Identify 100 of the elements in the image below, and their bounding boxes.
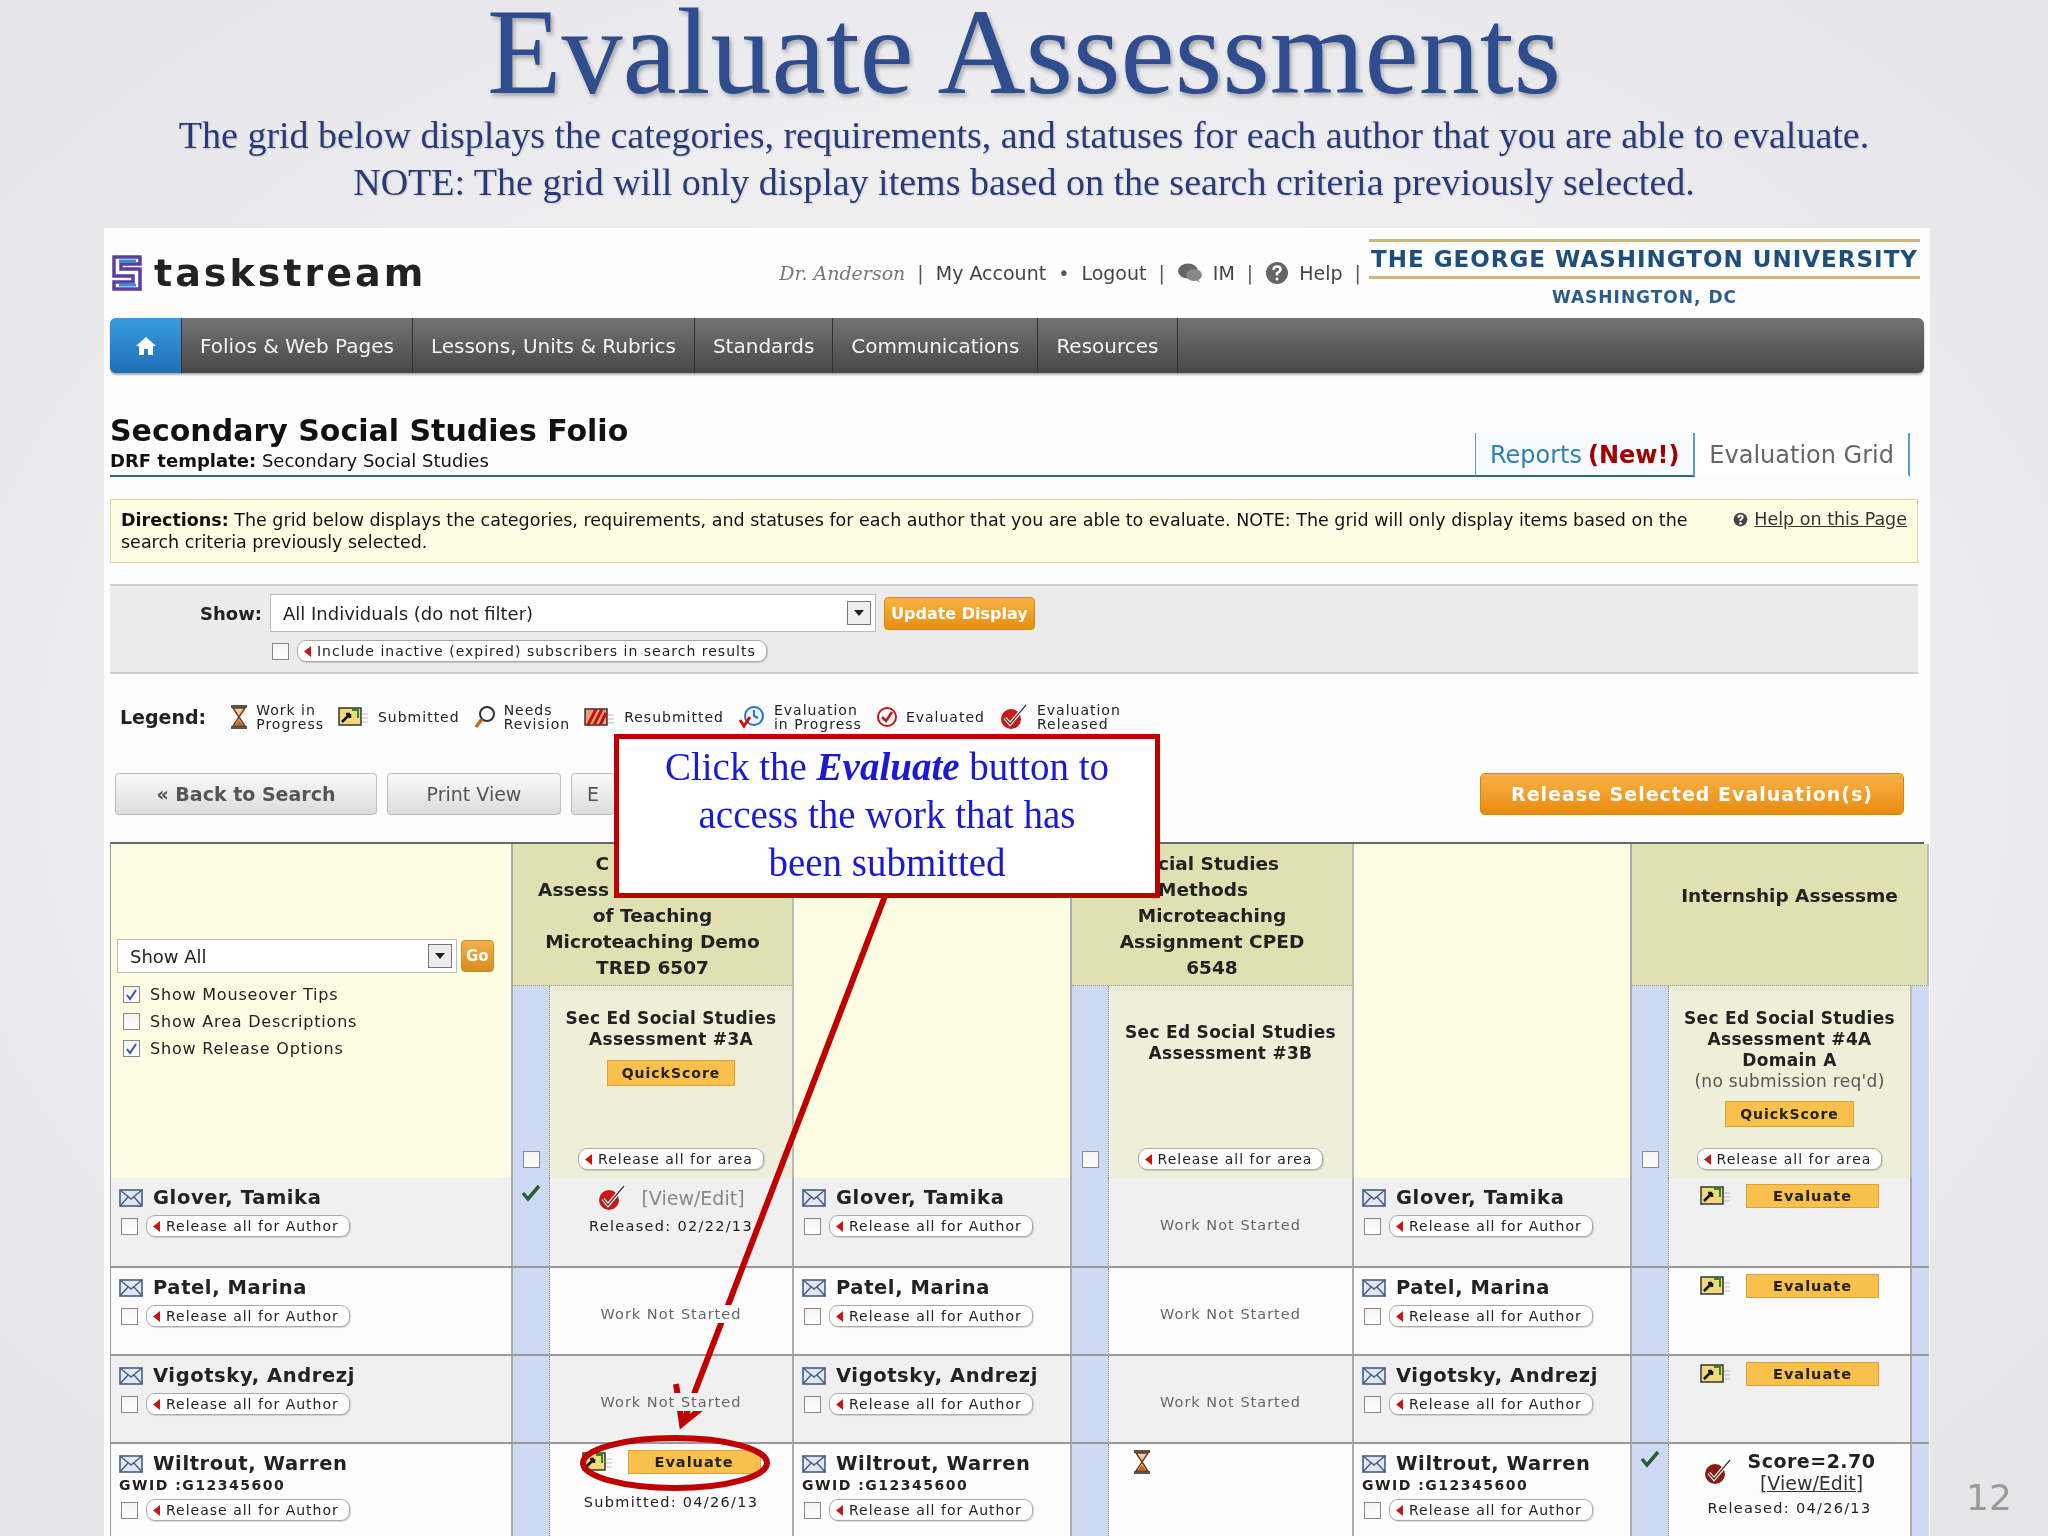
release-author-button[interactable]: Release all for Author (146, 1215, 350, 1237)
university-name: THE GEORGE WASHINGTON UNIVERSITY (1369, 239, 1920, 279)
envelope-icon (1362, 1366, 1386, 1385)
author-name: Wiltrout, Warren (153, 1452, 348, 1475)
checkbox[interactable] (123, 1013, 140, 1030)
release-date: Released: 02/22/13 (589, 1218, 753, 1234)
release-area-button[interactable]: Release all for area (1696, 1148, 1883, 1170)
legend-text: Submitted (377, 710, 460, 724)
release-author-button[interactable]: Release all for Author (829, 1305, 1033, 1327)
quickscore-button[interactable]: QuickScore (606, 1060, 736, 1086)
show-select[interactable]: Show All (117, 939, 457, 973)
checkbox[interactable] (123, 1040, 140, 1057)
document-arrow-icon (1700, 1363, 1732, 1385)
envelope-icon (1362, 1278, 1386, 1297)
release-author-button[interactable]: Release all for Author (1389, 1305, 1593, 1327)
release-date: Released: 04/26/13 (1707, 1500, 1872, 1516)
nav-tab[interactable]: Lessons, Units & Rubrics (412, 318, 695, 373)
gwid-text: GWID :G12345600 (1362, 1477, 1530, 1493)
directions-text: Directions: The grid below displays the categories, requirements, and statuses for each author that you are able to evaluate. NOTE: The grid will only display items based on the search criteria previously selected. (121, 509, 1689, 553)
checkbox[interactable] (1081, 1151, 1099, 1168)
pointer-icon (153, 1398, 160, 1410)
link-separator: • (1058, 262, 1070, 284)
document-arrow-icon (1700, 1185, 1732, 1207)
legend-text: Evaluation in Progress (773, 703, 862, 731)
release-author-button[interactable]: Release all for Author (1389, 1393, 1593, 1415)
checkbox[interactable] (1364, 1501, 1381, 1519)
author-name: Glover, Tamika (836, 1186, 1005, 1209)
release-author-button[interactable]: Release all for Author (146, 1393, 350, 1415)
dropdown-icon (428, 944, 452, 968)
checkbox[interactable] (804, 1307, 821, 1325)
dropdown-icon (847, 601, 871, 625)
checkbox[interactable] (123, 986, 140, 1003)
checkbox[interactable] (1641, 1151, 1659, 1168)
header-link[interactable]: Logout (1081, 262, 1147, 284)
tab[interactable]: Reports (New!) (1474, 433, 1696, 477)
magnifier-icon (473, 705, 496, 729)
nav-tab[interactable]: Folios & Web Pages (182, 318, 413, 373)
release-area-button[interactable]: Release all for area (1137, 1148, 1324, 1170)
home-tab[interactable] (110, 318, 182, 373)
legend-text: Resubmitted (624, 710, 724, 724)
envelope-icon (119, 1454, 143, 1473)
show-select[interactable]: All Individuals (do not filter) (270, 594, 876, 632)
release-author-button[interactable]: Release all for Author (1389, 1215, 1593, 1237)
envelope-icon (802, 1366, 826, 1385)
help-link[interactable]: Help on this Page (1733, 509, 1907, 529)
author-name: Vigotsky, Andrezj (153, 1364, 356, 1387)
checkbox[interactable] (121, 1307, 138, 1325)
quickscore-button[interactable]: QuickScore (1725, 1101, 1854, 1127)
gwid-text: GWID :G12345600 (119, 1477, 287, 1493)
checkbox[interactable] (1364, 1395, 1381, 1413)
release-author-button[interactable]: Release all for Author (829, 1393, 1033, 1415)
release-author-button[interactable]: Release all for Author (1389, 1499, 1593, 1521)
toolbar-button[interactable]: E (571, 773, 615, 815)
toolbar-button[interactable]: Print View (387, 773, 561, 815)
checkbox[interactable] (804, 1501, 821, 1519)
author-name: Patel, Marina (1396, 1276, 1551, 1299)
check-badge-icon (597, 1184, 628, 1212)
check-badge-icon (1703, 1458, 1734, 1486)
checkbox[interactable] (121, 1217, 138, 1235)
checkbox[interactable] (522, 1151, 540, 1168)
checkbox[interactable] (121, 1395, 138, 1413)
evaluate-button[interactable]: Evaluate (1746, 1184, 1879, 1208)
evaluate-button[interactable]: Evaluate (627, 1450, 761, 1474)
checkbox[interactable] (804, 1217, 821, 1235)
checkbox[interactable] (121, 1501, 138, 1519)
release-area-button[interactable]: Release all for area (578, 1148, 764, 1170)
pointer-icon (585, 1153, 593, 1165)
evaluate-button[interactable]: Evaluate (1746, 1362, 1879, 1386)
view-edit-link[interactable]: [View/Edit] (1759, 1472, 1864, 1494)
link-separator: | (1246, 262, 1254, 284)
user-name-link[interactable]: Dr. Anderson (779, 262, 906, 284)
checkbox[interactable] (272, 642, 289, 660)
pointer-icon (1144, 1153, 1152, 1165)
author-name: Wiltrout, Warren (1396, 1452, 1591, 1475)
envelope-icon (119, 1188, 143, 1207)
header-link[interactable]: My Account (935, 262, 1047, 284)
header-link[interactable]: Help (1265, 261, 1343, 285)
release-author-button[interactable]: Release all for Author (829, 1215, 1033, 1237)
submitted-date: Submitted: 04/26/13 (583, 1494, 759, 1510)
checkbox[interactable] (1364, 1307, 1381, 1325)
nav-tab[interactable]: Standards (694, 318, 834, 373)
area-note: (no submission req'd) (1694, 1071, 1885, 1091)
evaluate-button[interactable]: Evaluate (1746, 1274, 1879, 1298)
release-author-button[interactable]: Release all for Author (146, 1305, 350, 1327)
checkbox[interactable] (1364, 1217, 1381, 1235)
nav-tab[interactable]: Communications (833, 318, 1039, 373)
header-link[interactable]: IM (1176, 262, 1235, 284)
checkbox[interactable] (804, 1395, 821, 1413)
pointer-icon (153, 1310, 160, 1322)
toolbar-button[interactable]: « Back to Search (115, 773, 377, 815)
release-author-button[interactable]: Release all for Author (146, 1499, 350, 1521)
release-author-button[interactable]: Release all for Author (829, 1499, 1033, 1521)
legend-label: Legend: (120, 706, 207, 728)
area-title: Sec Ed Social Studies Assessment #4A Domain A (1683, 1008, 1896, 1071)
author-name: Glover, Tamika (1396, 1186, 1565, 1209)
area-title: Sec Ed Social Studies Assessment #3B (1124, 1022, 1337, 1064)
clock-check-icon (737, 705, 766, 729)
column-header: Internship Assessme (1632, 844, 1929, 986)
pointer-icon (836, 1398, 843, 1410)
nav-tab[interactable]: Resources (1038, 318, 1178, 373)
